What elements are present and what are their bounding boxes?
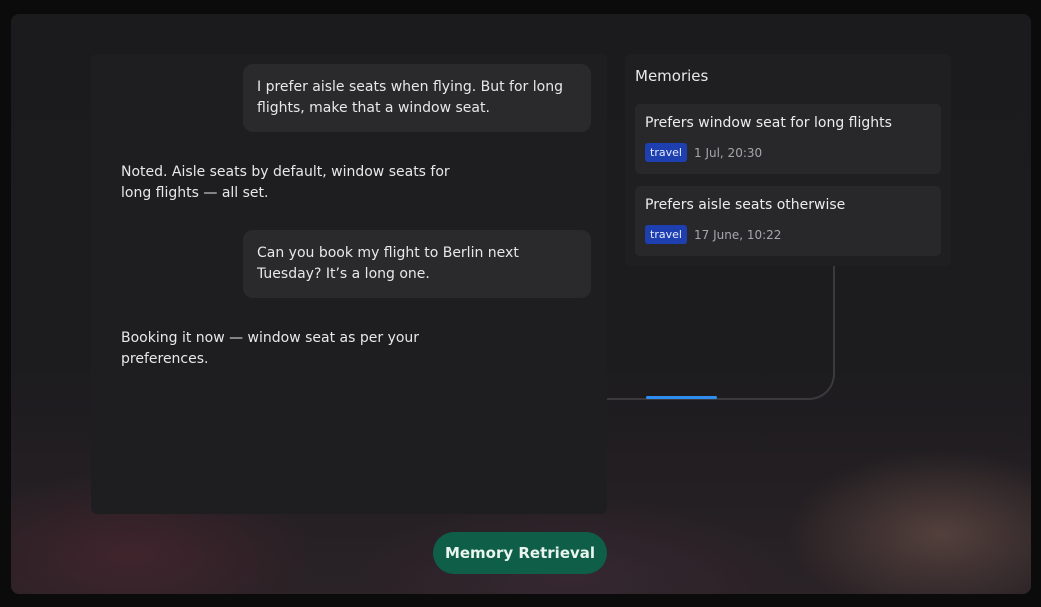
memory-tag-badge: travel <box>645 143 687 162</box>
app-frame: I prefer aisle seats when flying. But fo… <box>11 14 1031 594</box>
retrieval-progress-indicator <box>646 396 717 399</box>
memories-title: Memories <box>635 67 709 85</box>
memory-card[interactable]: Prefers aisle seats otherwise travel 17 … <box>635 186 941 256</box>
chat-panel: I prefer aisle seats when flying. But fo… <box>91 54 607 514</box>
memory-tag-badge: travel <box>645 225 687 244</box>
memory-card[interactable]: Prefers window seat for long flights tra… <box>635 104 941 174</box>
memory-text: Prefers aisle seats otherwise <box>645 197 846 213</box>
user-message-2: Can you book my flight to Berlin next Tu… <box>243 230 591 298</box>
memory-retrieval-badge: Memory Retrieval <box>433 532 607 574</box>
memory-timestamp: 1 Jul, 20:30 <box>694 146 763 160</box>
assistant-message-2: Booking it now — window seat as per your… <box>121 330 420 367</box>
assistant-message-1: Noted. Aisle seats by default, window se… <box>121 164 450 201</box>
memories-panel: Memories Prefers window seat for long fl… <box>625 54 951 266</box>
user-message-1: I prefer aisle seats when flying. But fo… <box>243 64 591 132</box>
memory-timestamp: 17 June, 10:22 <box>694 228 782 242</box>
retrieval-connector-line <box>607 264 835 400</box>
memory-text: Prefers window seat for long flights <box>645 115 892 131</box>
